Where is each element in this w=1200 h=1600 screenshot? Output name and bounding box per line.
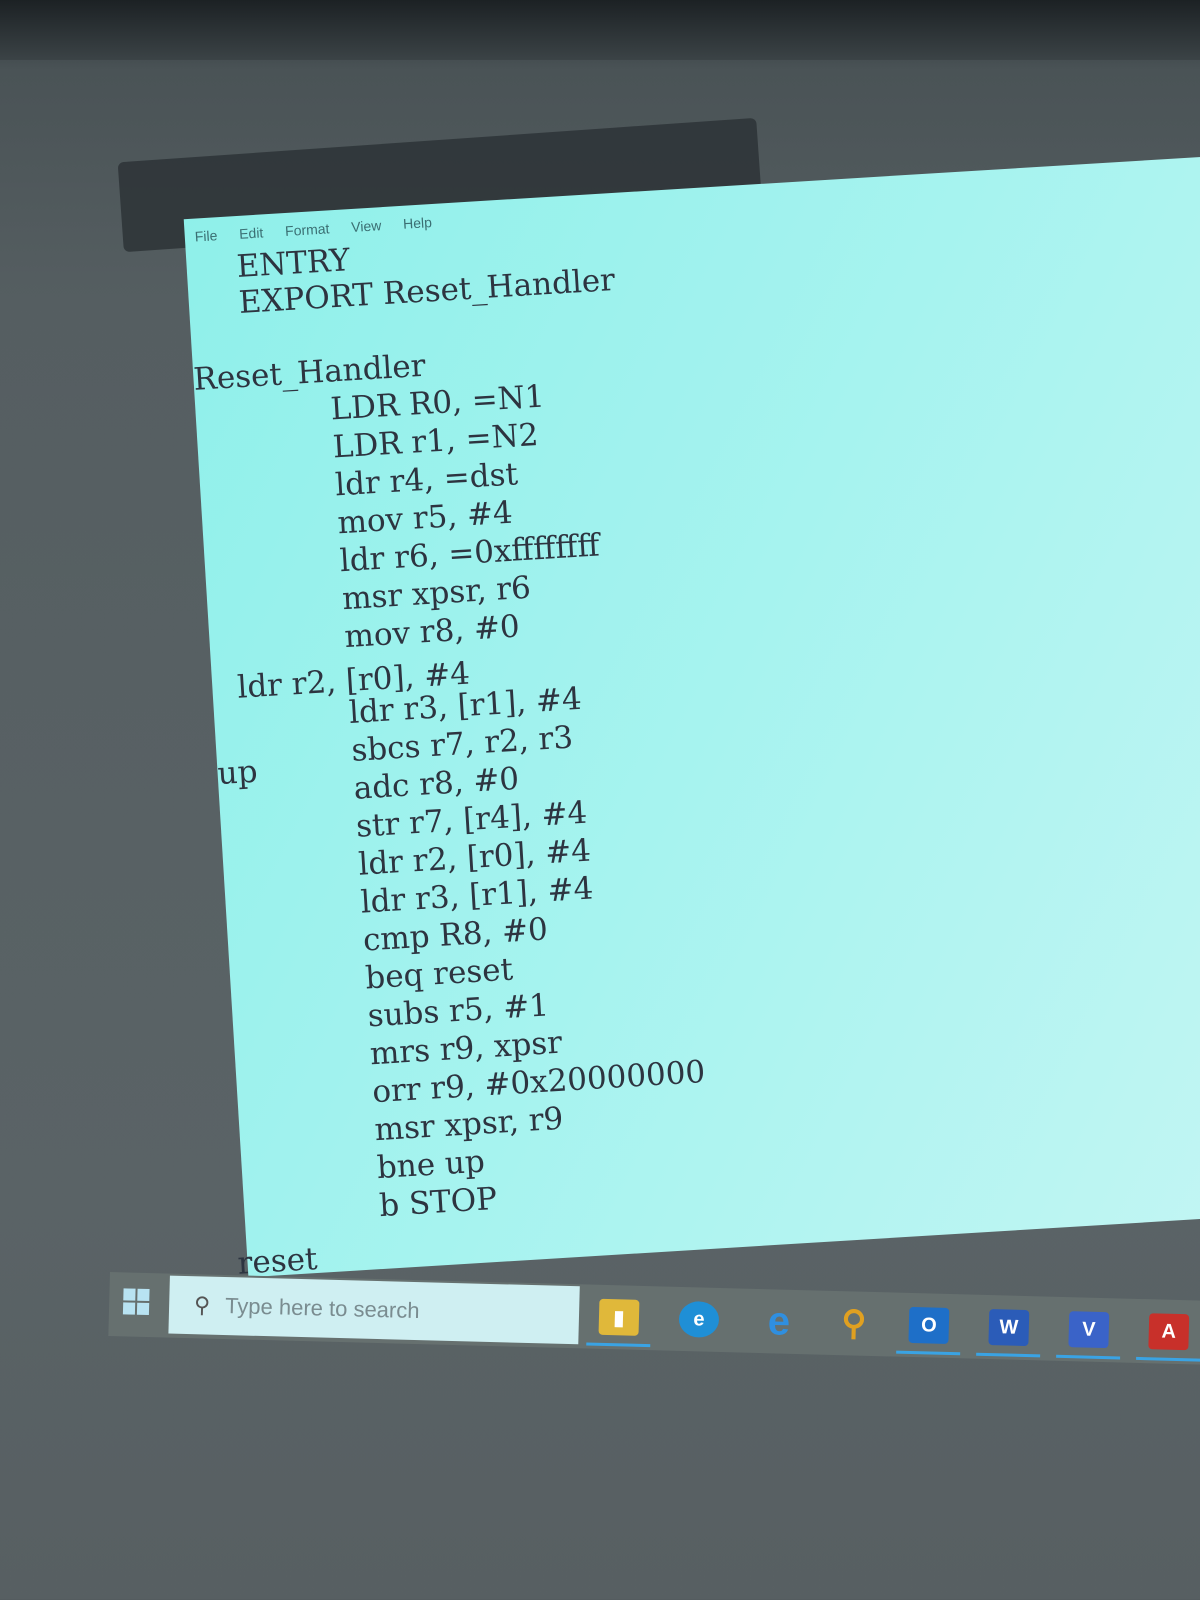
menu-file[interactable]: File xyxy=(194,227,217,244)
menu-view[interactable]: View xyxy=(351,217,382,235)
file-explorer-icon[interactable]: ▮ xyxy=(598,1298,640,1336)
label-up: up xyxy=(216,753,259,793)
menu-help[interactable]: Help xyxy=(403,214,433,232)
internet-explorer-icon[interactable]: e xyxy=(758,1299,799,1344)
acrobat-icon[interactable]: A xyxy=(1148,1313,1190,1351)
menu-edit[interactable]: Edit xyxy=(239,224,264,241)
edge-icon[interactable]: e xyxy=(678,1300,720,1338)
active-indicator xyxy=(1056,1354,1121,1360)
search-icon: ⚲ xyxy=(193,1292,211,1318)
notepad-window: File Edit Format View Help ENTRY EXPORT … xyxy=(183,148,1200,1282)
outlook-icon[interactable]: O xyxy=(908,1306,950,1344)
active-indicator xyxy=(1136,1356,1200,1362)
visio-icon[interactable]: V xyxy=(1068,1311,1110,1349)
word-icon[interactable]: W xyxy=(988,1309,1030,1347)
code-line: b STOP xyxy=(378,1180,499,1225)
search-placeholder: Type here to search xyxy=(224,1293,420,1324)
active-indicator xyxy=(976,1352,1041,1358)
menu-bar: File Edit Format View Help xyxy=(194,213,450,244)
search-app-icon[interactable]: ⚲ xyxy=(833,1304,874,1343)
taskbar-search-input[interactable]: ⚲ Type here to search xyxy=(168,1275,580,1345)
active-indicator xyxy=(586,1342,651,1348)
active-indicator xyxy=(896,1350,961,1356)
windows-start-icon[interactable] xyxy=(122,1288,150,1316)
menu-format[interactable]: Format xyxy=(285,220,330,239)
